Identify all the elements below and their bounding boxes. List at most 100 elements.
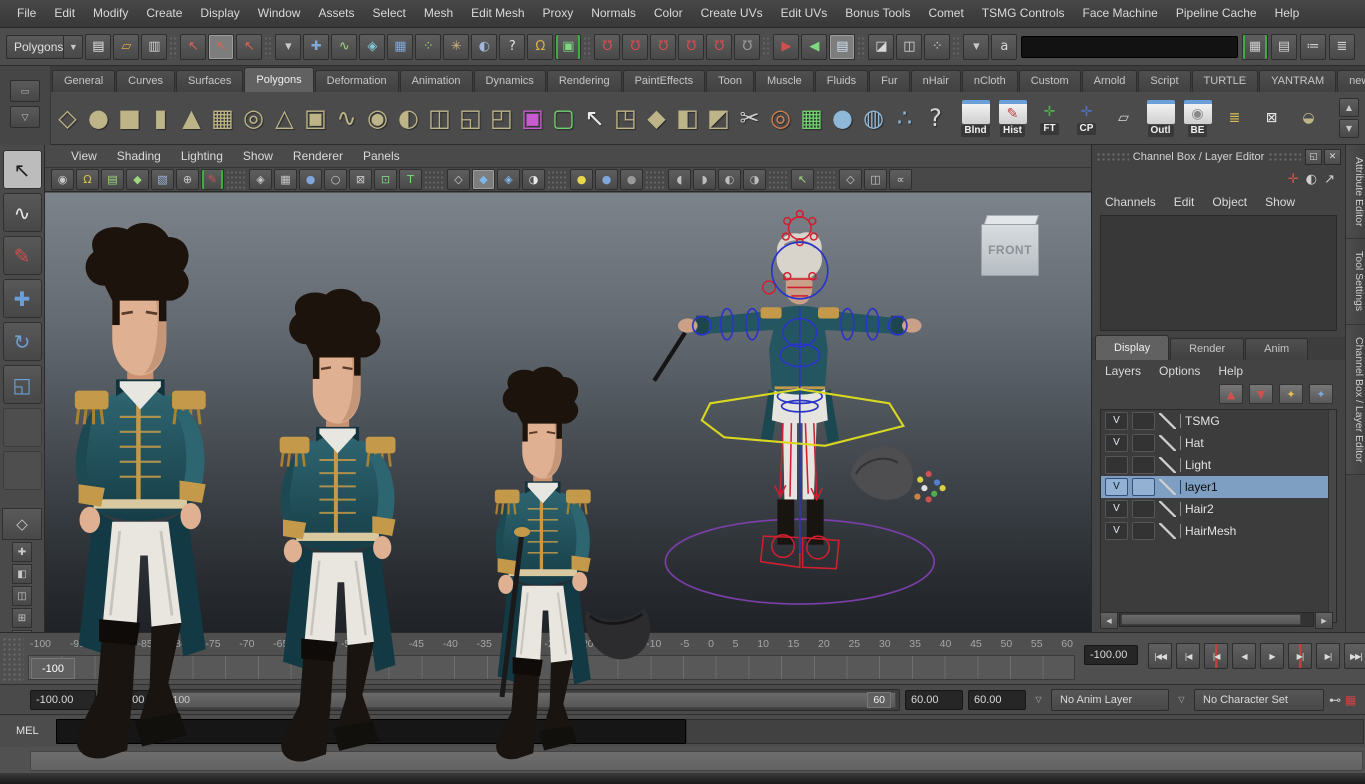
timeline-tick-label[interactable]: -35 — [477, 636, 492, 652]
attribute-editor-toggle-icon[interactable]: ▤ — [1271, 34, 1297, 60]
select-misc-icon[interactable]: ? — [499, 34, 525, 60]
shelf-tab[interactable]: TURTLE — [1192, 70, 1259, 92]
layer-color-swatch[interactable] — [1159, 501, 1176, 517]
menubar-item[interactable]: Edit Mesh — [462, 0, 533, 27]
last-tool-slot[interactable] — [3, 408, 42, 447]
group-divider[interactable] — [857, 36, 866, 58]
layer-row[interactable]: V Hair2 — [1101, 498, 1336, 520]
timeline-tick-label[interactable]: -30 — [511, 636, 526, 652]
close-icon[interactable]: ✕ — [1324, 149, 1341, 165]
resolution-gate-icon[interactable]: ● — [299, 169, 322, 190]
group-divider[interactable] — [264, 36, 273, 58]
menu-set-dropdown[interactable]: Polygons ▼ — [6, 35, 83, 59]
layer-row[interactable]: Light — [1101, 454, 1336, 476]
fill-hole-icon[interactable]: ◩ — [703, 98, 734, 138]
selection-mask-dropdown[interactable]: ▾ — [275, 34, 301, 60]
select-curves-icon[interactable]: ∿ — [331, 34, 357, 60]
timeline-tick-label[interactable]: -90 — [104, 636, 119, 652]
select-deformations-icon[interactable]: ▦ — [387, 34, 413, 60]
poly-plane-icon[interactable]: ◇ — [52, 98, 83, 138]
open-scene-icon[interactable]: ▱ — [113, 34, 139, 60]
lasso-select-tool[interactable]: ∿ — [3, 193, 42, 232]
current-time-field[interactable]: -100.00 — [1084, 645, 1138, 665]
snap-to-projected-center-icon[interactable]: ℧ — [678, 34, 704, 60]
safe-action-icon[interactable]: ⊡ — [374, 169, 397, 190]
playback-start-field[interactable]: -100.00 — [30, 690, 96, 710]
shelf-scroll-down-icon[interactable]: ▼ — [1339, 119, 1359, 138]
extrude-icon[interactable]: ◳ — [610, 98, 641, 138]
menubar-item[interactable]: Display — [191, 0, 248, 27]
two-d-pan-zoom-icon[interactable]: ⊕ — [176, 169, 199, 190]
menubar-item[interactable]: Create UVs — [692, 0, 772, 27]
timeline-tick-label[interactable]: 10 — [757, 636, 769, 652]
poly-sphere-circled-icon[interactable]: ◉ — [362, 98, 393, 138]
move-manipulator-icon[interactable]: ✛ — [1288, 172, 1299, 187]
animation-end-field[interactable]: 60.00 — [905, 690, 963, 710]
go-to-end-button[interactable]: ▶▶| — [1344, 643, 1365, 669]
shelf-tab[interactable]: Muscle — [755, 70, 814, 92]
auto-keyframe-icon[interactable]: ▦ — [1345, 693, 1356, 707]
lock-camera-icon[interactable]: Ω — [76, 169, 99, 190]
grease-pencil-icon[interactable]: ✎ — [201, 169, 224, 190]
render-current-frame-icon[interactable]: ◪ — [868, 34, 894, 60]
timeline-tick-label[interactable]: -60 — [307, 636, 322, 652]
reduce-icon[interactable]: ◍ — [858, 98, 889, 138]
shelf-tab[interactable]: Rendering — [547, 70, 622, 92]
timeline-playhead[interactable]: -100 — [31, 658, 75, 679]
camera-attributes-icon[interactable]: ▤ — [101, 169, 124, 190]
absolute-transform-icon[interactable]: a — [991, 34, 1017, 60]
bevel-icon[interactable]: ◆ — [641, 98, 672, 138]
menubar-item[interactable]: Assets — [309, 0, 363, 27]
shelf-tab[interactable]: Script — [1138, 70, 1190, 92]
select-component-icon[interactable]: ↖ — [236, 34, 262, 60]
layer-move-down-icon[interactable]: ▼ — [1249, 384, 1273, 404]
layer-editor-tab[interactable]: Display — [1095, 335, 1169, 360]
multisample-icon[interactable]: ◑ — [743, 169, 766, 190]
timeline-tick-label[interactable]: 20 — [818, 636, 830, 652]
snap-to-view-planes-icon[interactable]: ℧ — [706, 34, 732, 60]
modeling-toolkit-toggle-icon[interactable]: ▦ — [1242, 34, 1268, 60]
menubar-item[interactable]: Comet — [919, 0, 972, 27]
image-plane-icon[interactable]: ▧ — [151, 169, 174, 190]
render-flag-icon[interactable]: ⊠ — [1253, 95, 1290, 141]
rotate-tool[interactable]: ↻ — [3, 322, 42, 361]
step-forward-frame-button[interactable]: ▶| — [1316, 643, 1340, 669]
timeline-tick-label[interactable]: -25 — [544, 636, 559, 652]
persp-outliner-layout-button[interactable]: ◧ — [12, 564, 32, 584]
quick-rename-input[interactable] — [1021, 36, 1238, 58]
group-divider[interactable] — [952, 36, 961, 58]
layer-visibility-toggle[interactable]: V — [1105, 434, 1128, 452]
viewport-canvas[interactable]: FRONT — [45, 192, 1091, 633]
shelf-tab[interactable]: nHair — [911, 70, 961, 92]
layer-name[interactable]: Hair2 — [1180, 502, 1214, 516]
play-backwards-button[interactable]: ◀ — [1232, 643, 1256, 669]
arrow-manipulator-icon[interactable]: ↗ — [1324, 172, 1335, 187]
shelf-tab[interactable]: Animation — [400, 70, 473, 92]
sculpt-tool-icon[interactable]: ◐ — [393, 98, 424, 138]
channel-box-attribute-area[interactable] — [1100, 215, 1337, 331]
layer-visibility-toggle[interactable] — [1105, 456, 1128, 474]
layer-row[interactable]: V Hat — [1101, 432, 1336, 454]
plane-cursor-icon[interactable]: ▱ — [1105, 95, 1142, 141]
step-back-key-button[interactable]: |◀ — [1204, 643, 1228, 669]
empty-tool-slot[interactable] — [3, 451, 42, 490]
highlight-selection-icon[interactable]: ▣ — [555, 34, 581, 60]
menubar-item[interactable]: Select — [363, 0, 414, 27]
pane-layout-icon[interactable]: ◫ — [864, 169, 887, 190]
render-settings-icon[interactable]: ⁘ — [924, 34, 950, 60]
ipr-render-icon[interactable]: ◫ — [896, 34, 922, 60]
layer-name[interactable]: layer1 — [1180, 480, 1218, 494]
selection-cursor-icon[interactable]: ↖ — [579, 98, 610, 138]
timeline-tick-label[interactable]: 45 — [970, 636, 982, 652]
layer-row[interactable]: V layer1 — [1101, 476, 1336, 498]
range-slider-bar[interactable]: -100 60 — [164, 692, 896, 708]
history-icon[interactable]: ✎ Hist — [994, 95, 1031, 141]
viewport-menu-item[interactable]: Panels — [353, 146, 410, 167]
layer-list-scrollbar[interactable] — [1328, 410, 1336, 622]
create-layer-from-selected-icon[interactable]: ✦ — [1309, 384, 1333, 404]
layer-display-type-box[interactable] — [1132, 478, 1155, 496]
channel-box-menu-item[interactable]: Show — [1256, 189, 1304, 216]
group-divider[interactable] — [226, 170, 247, 189]
mirror-geometry-icon[interactable]: ◫ — [424, 98, 455, 138]
timeline-tick-label[interactable]: -55 — [341, 636, 356, 652]
